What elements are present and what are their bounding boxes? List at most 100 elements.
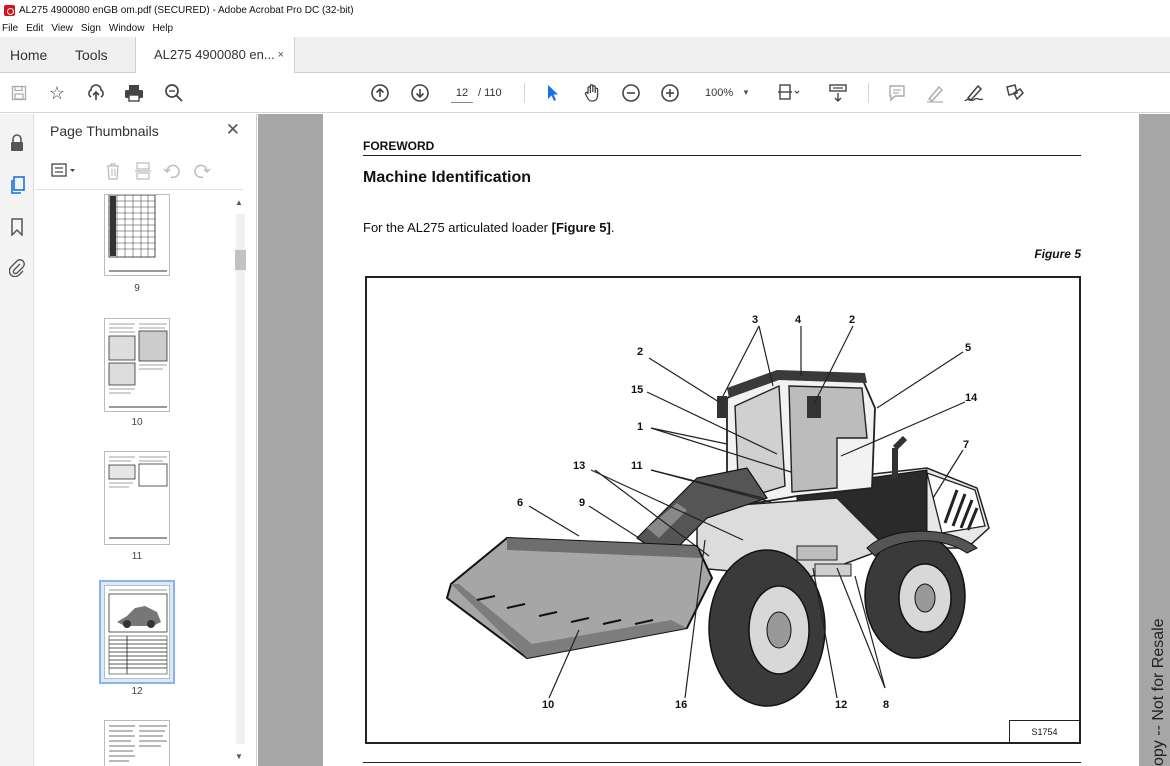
hand-tool-icon[interactable]	[581, 82, 603, 104]
page-thumbnails-icon[interactable]	[6, 174, 28, 196]
thumbnail-page-label: 12	[131, 686, 143, 697]
tab-close-button[interactable]: ×	[278, 37, 284, 73]
scroll-up-chevron-icon[interactable]: ▲	[235, 198, 243, 207]
thumbnails-scrollbar[interactable]: ▲ ▼	[234, 192, 246, 766]
delete-page-icon[interactable]	[105, 162, 121, 185]
figure-reference: [Figure 5]	[551, 220, 611, 235]
callout-label: 8	[883, 699, 890, 711]
pdf-page: FOREWORD Machine Identification For the …	[323, 114, 1139, 766]
callout-label: 15	[631, 384, 644, 396]
insert-page-icon[interactable]	[134, 162, 152, 185]
zoom-in-icon[interactable]	[659, 82, 681, 104]
figure-label: Figure 5	[1034, 247, 1081, 261]
scroll-down-chevron-icon[interactable]: ▼	[235, 752, 243, 761]
body-text: For the AL275 articulated loader	[363, 220, 552, 235]
callout-label: 16	[675, 699, 688, 711]
lock-icon[interactable]	[6, 132, 28, 154]
menu-bar: File Edit View Sign Window Help	[0, 20, 1170, 37]
thumbnail-page-label: 11	[131, 551, 143, 562]
rotate-counterclockwise-icon[interactable]	[162, 162, 182, 185]
highlight-pen-icon[interactable]	[924, 82, 946, 104]
title-bar: AL275 4900080 enGB om.pdf (SECURED) - Ad…	[0, 0, 1170, 20]
callout-label: 9	[579, 497, 586, 509]
thumbnail-tools	[35, 154, 243, 190]
print-icon[interactable]	[123, 82, 145, 104]
tab-home[interactable]: Home	[10, 37, 47, 73]
zoom-chevron-down-icon[interactable]: ▼	[742, 83, 750, 103]
menu-edit[interactable]: Edit	[26, 20, 43, 37]
acrobat-app-icon	[4, 4, 15, 16]
footer-rule	[363, 762, 1081, 763]
zoom-level-dropdown[interactable]: 100%	[705, 83, 733, 103]
panel-title: Page Thumbnails	[50, 123, 159, 139]
callout-label: 10	[542, 699, 555, 711]
page-thumbnails-panel: Page Thumbnails ✕ 9 10 11 12 ▲ ▼	[35, 114, 257, 766]
body-paragraph: For the AL275 articulated loader [Figure…	[363, 220, 614, 235]
zoom-out-icon[interactable]	[620, 82, 642, 104]
thumbnail-options-icon[interactable]	[51, 162, 77, 183]
callout-label: 2	[849, 314, 856, 326]
zoom-search-icon[interactable]	[163, 82, 185, 104]
select-cursor-icon[interactable]	[542, 82, 564, 104]
rotate-clockwise-icon[interactable]	[192, 162, 212, 185]
menu-file[interactable]: File	[2, 20, 18, 37]
figure-code: S1754	[1009, 720, 1079, 742]
page-thumbnail[interactable]	[104, 451, 170, 545]
callout-label: 4	[795, 314, 802, 326]
body-text-end: .	[610, 220, 615, 235]
tab-document-label: AL275 4900080 en...	[154, 47, 275, 62]
toolbar-divider	[868, 83, 869, 103]
callout-label: 12	[835, 699, 848, 711]
callout-label: 5	[965, 342, 972, 354]
next-page-icon[interactable]	[409, 82, 431, 104]
fit-page-icon[interactable]	[778, 82, 800, 104]
window-title: AL275 4900080 enGB om.pdf (SECURED) - Ad…	[19, 4, 354, 16]
page-thumbnail-current[interactable]	[104, 585, 170, 679]
callout-label: 6	[517, 497, 524, 509]
section-header: FOREWORD	[363, 139, 435, 153]
fill-sign-icon[interactable]	[963, 82, 985, 104]
thumbnail-page-label: 10	[131, 417, 143, 428]
attachments-paperclip-icon[interactable]	[6, 257, 28, 279]
page-thumbnail[interactable]	[104, 318, 170, 412]
scrolling-mode-icon[interactable]	[827, 82, 849, 104]
callout-label: 11	[631, 460, 643, 472]
callout-label: 13	[573, 460, 586, 472]
callout-label: 14	[965, 392, 978, 404]
callout-label: 3	[752, 314, 759, 326]
tab-tools[interactable]: Tools	[75, 37, 108, 73]
callout-label: 7	[963, 439, 970, 451]
left-navigation-pane	[0, 114, 34, 766]
callout-label: 1	[637, 421, 644, 433]
menu-view[interactable]: View	[51, 20, 73, 37]
bookmark-star-icon[interactable]: ☆	[46, 82, 68, 104]
loader-illustration	[445, 325, 990, 707]
page-thumbnail[interactable]	[104, 720, 170, 766]
scroll-thumb[interactable]	[235, 250, 246, 270]
bookmarks-icon[interactable]	[6, 216, 28, 238]
page-total-label: / 110	[478, 87, 502, 99]
document-viewport[interactable]: FOREWORD Machine Identification For the …	[258, 114, 1170, 766]
page-number-input[interactable]: 12	[451, 83, 473, 103]
previous-page-icon[interactable]	[369, 82, 391, 104]
watermark: opy -- Not for Resale	[1146, 614, 1170, 766]
header-rule	[363, 155, 1081, 156]
callout-label: 2	[637, 346, 644, 358]
more-tools-icon[interactable]	[1003, 82, 1025, 104]
scroll-track[interactable]	[236, 214, 245, 744]
close-panel-icon[interactable]: ✕	[226, 120, 240, 140]
tab-document[interactable]: AL275 4900080 en... ×	[135, 37, 295, 73]
toolbar: ☆ 12 / 110 100% ▼	[0, 73, 1170, 113]
page-heading: Machine Identification	[363, 169, 532, 186]
menu-sign[interactable]: Sign	[81, 20, 101, 37]
toolbar-divider	[524, 83, 525, 103]
page-thumbnail[interactable]	[104, 194, 170, 276]
cloud-upload-icon[interactable]	[85, 82, 107, 104]
menu-window[interactable]: Window	[109, 20, 145, 37]
tab-bar: Home Tools AL275 4900080 en... ×	[0, 37, 1170, 73]
comment-icon[interactable]	[886, 82, 908, 104]
menu-help[interactable]: Help	[152, 20, 173, 37]
save-icon[interactable]	[8, 82, 30, 104]
acrobat-window: AL275 4900080 enGB om.pdf (SECURED) - Ad…	[0, 0, 1170, 766]
watermark-text: opy -- Not for Resale	[1150, 618, 1167, 766]
